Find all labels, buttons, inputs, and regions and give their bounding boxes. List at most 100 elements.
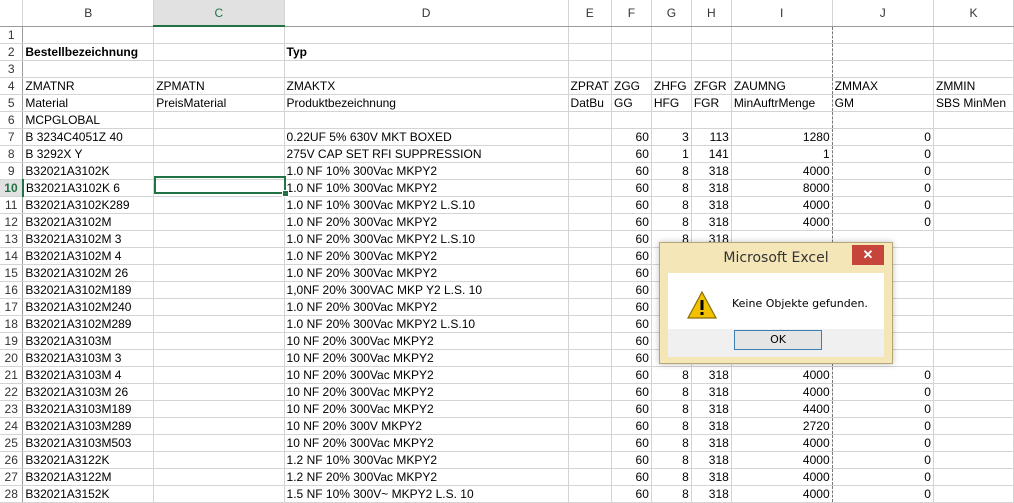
cell-K[interactable] bbox=[933, 434, 1014, 452]
row-header[interactable]: 5 bbox=[0, 94, 24, 112]
cell-C[interactable] bbox=[153, 485, 285, 503]
cell-K[interactable] bbox=[933, 264, 1014, 282]
cell-E[interactable] bbox=[568, 247, 612, 265]
cell-E[interactable] bbox=[568, 281, 612, 299]
cell-F[interactable]: 60 bbox=[611, 145, 652, 163]
cell-G[interactable]: 3 bbox=[651, 128, 692, 146]
cell-D[interactable]: 10 NF 20% 300Vac MKPY2 bbox=[284, 332, 569, 350]
cell-I[interactable]: 4000 bbox=[731, 434, 833, 452]
cell-K[interactable] bbox=[933, 111, 1014, 129]
cell-D[interactable]: 1,0NF 20% 300VAC MKP Y2 L.S. 10 bbox=[284, 281, 569, 299]
cell-C[interactable] bbox=[153, 366, 285, 384]
cell-K[interactable] bbox=[933, 366, 1014, 384]
cell-B[interactable]: B32021A3103M 3 bbox=[22, 349, 155, 367]
cell-G[interactable]: 8 bbox=[651, 485, 692, 503]
cell-H[interactable]: 113 bbox=[691, 128, 732, 146]
cell-B[interactable]: B32021A3102M189 bbox=[22, 281, 155, 299]
cell-B[interactable]: B32021A3122M bbox=[22, 468, 155, 486]
row-header[interactable]: 18 bbox=[0, 315, 24, 333]
row-header[interactable]: 15 bbox=[0, 264, 24, 282]
cell-G[interactable] bbox=[651, 111, 692, 129]
cell-K[interactable] bbox=[933, 230, 1014, 248]
cell-H[interactable]: 318 bbox=[691, 417, 732, 435]
cell-E[interactable] bbox=[568, 60, 612, 78]
cell-D[interactable] bbox=[284, 26, 569, 44]
cell-C[interactable]: PreisMaterial bbox=[153, 94, 285, 112]
cell-G[interactable]: 8 bbox=[651, 213, 692, 231]
cell-K[interactable] bbox=[933, 298, 1014, 316]
column-header-G[interactable]: G bbox=[651, 0, 692, 27]
cell-B[interactable]: B32021A3102M289 bbox=[22, 315, 155, 333]
row-header[interactable]: 12 bbox=[0, 213, 24, 231]
cell-D[interactable]: 1.0 NF 10% 300Vac MKPY2 bbox=[284, 179, 569, 197]
cell-I[interactable]: 4000 bbox=[731, 383, 833, 401]
cell-B[interactable]: B32021A3102M 26 bbox=[22, 264, 155, 282]
cell-C[interactable] bbox=[153, 400, 285, 418]
row-header[interactable]: 21 bbox=[0, 366, 24, 384]
cell-B[interactable] bbox=[22, 26, 155, 44]
cell-D[interactable]: 1.0 NF 10% 300Vac MKPY2 L.S.10 bbox=[284, 196, 569, 214]
cell-K[interactable] bbox=[933, 485, 1014, 503]
cell-G[interactable]: 8 bbox=[651, 366, 692, 384]
cell-H[interactable]: 318 bbox=[691, 451, 732, 469]
cell-E[interactable] bbox=[568, 434, 612, 452]
cell-D[interactable]: 0.22UF 5% 630V MKT BOXED bbox=[284, 128, 569, 146]
cell-C[interactable] bbox=[153, 468, 285, 486]
cell-I[interactable]: 4000 bbox=[731, 366, 833, 384]
cell-B[interactable]: ZMATNR bbox=[22, 76, 155, 95]
cell-H[interactable]: 318 bbox=[691, 213, 732, 231]
cell-K[interactable] bbox=[933, 213, 1014, 231]
cell-D[interactable]: 1.0 NF 10% 300Vac MKPY2 bbox=[284, 162, 569, 180]
cell-D[interactable]: 10 NF 20% 300Vac MKPY2 bbox=[284, 400, 569, 418]
cell-E[interactable] bbox=[568, 111, 612, 129]
row-header[interactable]: 28 bbox=[0, 485, 24, 503]
cell-K[interactable] bbox=[933, 383, 1014, 401]
cell-K[interactable]: ZMMIN bbox=[933, 76, 1014, 95]
cell-I[interactable]: 4000 bbox=[731, 485, 833, 503]
cell-G[interactable]: 8 bbox=[651, 434, 692, 452]
row-header[interactable]: 14 bbox=[0, 247, 24, 265]
cell-F[interactable]: 60 bbox=[611, 281, 652, 299]
row-header[interactable]: 10 bbox=[0, 179, 24, 197]
cell-G[interactable] bbox=[651, 43, 692, 61]
cell-K[interactable]: SBS MinMen bbox=[933, 94, 1014, 112]
cell-F[interactable]: 60 bbox=[611, 417, 652, 435]
cell-J[interactable]: 0 bbox=[832, 417, 934, 435]
cell-H[interactable]: 318 bbox=[691, 400, 732, 418]
cell-J[interactable]: 0 bbox=[832, 366, 934, 384]
cell-D[interactable] bbox=[284, 111, 569, 129]
cell-E[interactable] bbox=[568, 26, 612, 44]
cell-E[interactable] bbox=[568, 179, 612, 197]
cell-F[interactable]: 60 bbox=[611, 213, 652, 231]
cell-F[interactable] bbox=[611, 26, 652, 44]
row-header[interactable]: 3 bbox=[0, 60, 24, 78]
row-header[interactable]: 22 bbox=[0, 383, 24, 401]
cell-H[interactable]: 318 bbox=[691, 434, 732, 452]
cell-K[interactable] bbox=[933, 26, 1014, 44]
cell-K[interactable] bbox=[933, 451, 1014, 469]
cell-I[interactable]: 4000 bbox=[731, 468, 833, 486]
cell-B[interactable] bbox=[22, 60, 155, 78]
row-header[interactable]: 8 bbox=[0, 145, 24, 163]
cell-G[interactable] bbox=[651, 60, 692, 78]
cell-E[interactable] bbox=[568, 349, 612, 367]
cell-B[interactable]: B32021A3103M 4 bbox=[22, 366, 155, 384]
cell-F[interactable]: 60 bbox=[611, 196, 652, 214]
column-header-F[interactable]: F bbox=[611, 0, 652, 27]
cell-H[interactable] bbox=[691, 43, 732, 61]
cell-J[interactable]: 0 bbox=[832, 213, 934, 231]
cell-D[interactable]: Produktbezeichnung bbox=[284, 94, 569, 112]
cell-H[interactable]: 318 bbox=[691, 383, 732, 401]
cell-H[interactable]: 318 bbox=[691, 162, 732, 180]
row-header[interactable]: 4 bbox=[0, 77, 24, 95]
cell-D[interactable]: 275V CAP SET RFI SUPPRESSION bbox=[284, 145, 569, 163]
cell-D[interactable]: 1.2 NF 20% 300Vac MKPY2 bbox=[284, 468, 569, 486]
row-header[interactable]: 6 bbox=[0, 111, 24, 129]
cell-B[interactable]: B32021A3102K 6 bbox=[22, 179, 155, 197]
cell-C[interactable]: ZPMATN bbox=[153, 76, 285, 95]
cell-C[interactable] bbox=[153, 128, 285, 146]
cell-C[interactable] bbox=[153, 111, 285, 129]
column-header-I[interactable]: I bbox=[731, 0, 833, 27]
cell-K[interactable] bbox=[933, 196, 1014, 214]
cell-E[interactable] bbox=[568, 196, 612, 214]
